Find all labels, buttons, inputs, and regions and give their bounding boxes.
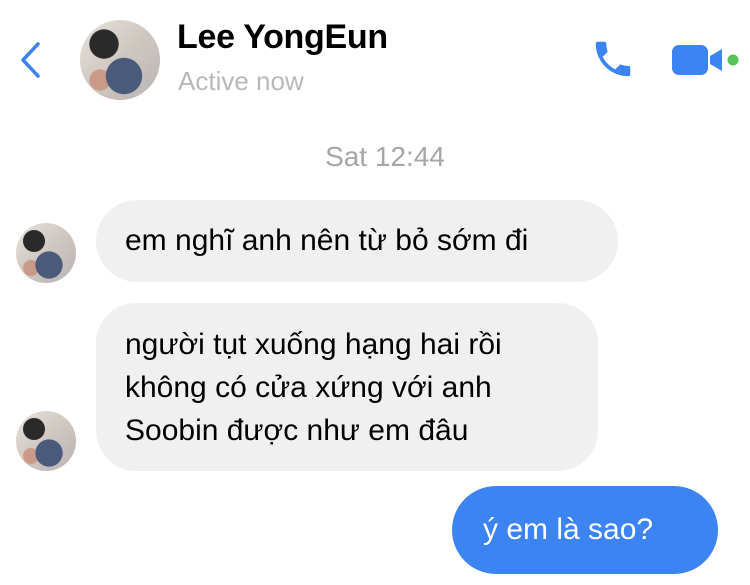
chevron-left-icon xyxy=(21,42,40,78)
audio-call-button[interactable] xyxy=(590,36,636,82)
video-camera-icon xyxy=(672,45,739,75)
contact-message-avatar[interactable] xyxy=(16,223,76,283)
contact-status: Active now xyxy=(178,66,304,96)
video-call-button[interactable] xyxy=(670,40,740,80)
contact-message-avatar[interactable] xyxy=(16,411,76,471)
chat-header: Lee YongEun Active now xyxy=(0,0,750,120)
phone-icon xyxy=(595,41,631,77)
incoming-message-bubble[interactable]: em nghĩ anh nên từ bỏ sớm đi xyxy=(96,200,618,282)
contact-avatar[interactable] xyxy=(80,20,160,100)
message-timestamp: Sat 12:44 xyxy=(325,141,445,172)
contact-name[interactable]: Lee YongEun xyxy=(177,18,388,57)
outgoing-message-bubble[interactable]: ý em là sao? xyxy=(452,486,718,574)
back-button[interactable] xyxy=(14,38,48,82)
incoming-message-bubble[interactable]: người tụt xuống hạng hai rồi không có cử… xyxy=(96,303,598,471)
